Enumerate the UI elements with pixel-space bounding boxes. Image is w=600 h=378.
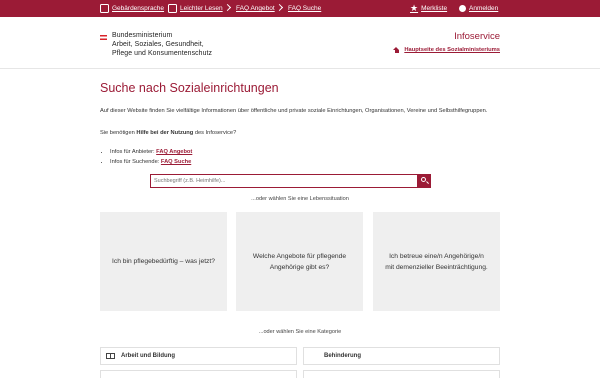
situation-label: Ich bin pflegebedürftig – was jetzt?	[112, 258, 215, 265]
faq-search-bullet-link[interactable]: FAQ Suche	[161, 159, 191, 165]
ministry-home-label: Hauptseite des Sozialministeriums	[404, 47, 500, 53]
search-button[interactable]	[417, 174, 431, 188]
situation-card[interactable]: Ich betreue eine/n Angehörige/n mit deme…	[373, 212, 500, 311]
category-item[interactable]	[303, 370, 500, 378]
ministry-home-link[interactable]: Hauptseite des Sozialministeriums	[393, 47, 500, 53]
faq-search-label: FAQ Suche	[288, 5, 322, 12]
category-label: Arbeit und Bildung	[121, 353, 175, 359]
help-bold: Hilfe bei der Nutzung	[136, 130, 194, 136]
help-prefix: Sie benötigen	[100, 130, 137, 136]
austria-flag-logo	[100, 35, 107, 40]
list-item: Infos für Suchende: FAQ Suche	[110, 157, 192, 167]
user-icon	[459, 5, 466, 12]
sign-language-link[interactable]: Gebärdensprache	[100, 0, 164, 17]
situation-prompt: ...oder wählen Sie eine Lebenssituation	[251, 196, 349, 202]
situation-label: Welche Angebote für pflegende Angehörige…	[252, 252, 347, 271]
easy-reading-label: Leichter Lesen	[180, 5, 223, 12]
category-prompt: ...oder wählen Sie eine Kategorie	[258, 329, 342, 335]
intro-text: Auf dieser Website finden Sie vielfältig…	[100, 108, 488, 114]
category-item[interactable]: Behinderung	[303, 347, 500, 365]
sign-language-label: Gebärdensprache	[112, 5, 165, 12]
list-item: Infos für Anbieter: FAQ Angebot	[110, 147, 192, 157]
star-icon: ★	[410, 3, 419, 13]
top-utility-bar: Gebärdensprache Leichter Lesen FAQ Angeb…	[0, 0, 600, 17]
watchlist-label: Merkliste	[421, 5, 448, 12]
service-title[interactable]: Infoservice	[454, 31, 500, 42]
ministry-logo-text[interactable]: Bundesministerium Arbeit, Soziales, Gesu…	[112, 31, 212, 58]
ministry-line-3: Pflege und Konsumentenschutz	[112, 50, 213, 57]
help-suffix: des Infoservice?	[193, 130, 237, 136]
book-icon	[106, 353, 115, 359]
login-label: Anmelden	[469, 5, 499, 12]
page-title: Suche nach Sozialeinrichtungen	[100, 81, 279, 95]
ministry-line-2: Arbeit, Soziales, Gesundheit,	[112, 41, 204, 48]
situation-card[interactable]: Ich bin pflegebedürftig – was jetzt?	[100, 212, 227, 311]
search-icon	[420, 177, 426, 182]
faq-search-link[interactable]: FAQ Suche	[288, 0, 321, 17]
chevron-right-icon	[275, 3, 284, 12]
site-header	[0, 17, 600, 69]
situation-label: Ich betreue eine/n Angehörige/n mit deme…	[385, 252, 488, 271]
easy-reading-link[interactable]: Leichter Lesen	[168, 0, 223, 17]
faq-list: Infos für Anbieter: FAQ Angebot Infos fü…	[110, 147, 192, 167]
bullet-prefix: Infos für Anbieter:	[110, 149, 157, 155]
category-label: Behinderung	[324, 353, 361, 359]
search-bar	[150, 174, 431, 188]
easy-reading-icon	[168, 4, 177, 13]
faq-offer-label: FAQ Angebot	[236, 5, 275, 12]
category-item[interactable]: Arbeit und Bildung	[100, 347, 297, 365]
help-text: Sie benötigen Hilfe bei der Nutzung des …	[100, 130, 236, 136]
situation-card[interactable]: Welche Angebote für pflegende Angehörige…	[236, 212, 363, 311]
bullet-prefix: Infos für Suchende:	[110, 159, 161, 165]
home-icon	[393, 47, 400, 53]
watchlist-link[interactable]: ★ Merkliste	[410, 0, 447, 17]
sign-language-icon	[100, 4, 109, 13]
faq-offer-link[interactable]: FAQ Angebot	[236, 0, 275, 17]
chevron-right-icon	[223, 3, 232, 12]
category-item[interactable]	[100, 370, 297, 378]
ministry-line-1: Bundesministerium	[112, 32, 173, 39]
faq-offer-bullet-link[interactable]: FAQ Angebot	[156, 149, 192, 155]
login-link[interactable]: Anmelden	[459, 0, 498, 17]
search-input[interactable]	[150, 174, 417, 188]
